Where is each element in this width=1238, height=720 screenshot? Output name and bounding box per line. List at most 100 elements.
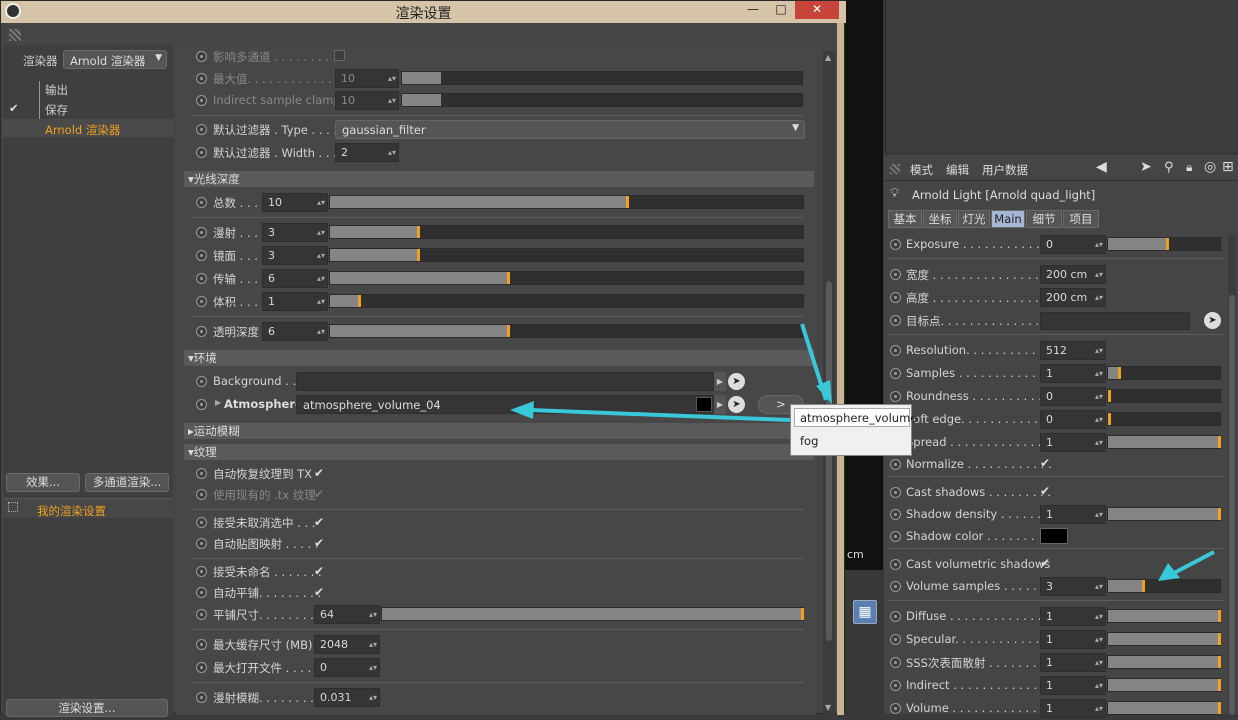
attr-slider[interactable]	[1107, 701, 1221, 715]
renderer-dropdown[interactable]: Arnold 渲染器 ▼	[63, 50, 167, 69]
max-value-field[interactable]: 10 ▴▾	[335, 69, 399, 88]
scroll-down-icon[interactable]: ▼	[825, 703, 831, 712]
anim-radio[interactable]	[196, 227, 207, 238]
anim-radio[interactable]	[196, 517, 207, 528]
popup-item-atmosphere[interactable]: atmosphere_volume	[794, 408, 917, 427]
anim-radio[interactable]	[196, 566, 207, 577]
target-link-field[interactable]	[1040, 312, 1190, 330]
ray-transparency-slider[interactable]	[329, 324, 804, 338]
ray-volume-field[interactable]: 1 ▴▾	[262, 292, 328, 311]
scroll-thumb[interactable]	[826, 281, 832, 641]
attr-slider[interactable]	[1107, 609, 1221, 623]
anim-radio[interactable]	[196, 489, 207, 500]
attr-value-field[interactable]: 1 ▴▾	[1040, 676, 1106, 695]
pick-icon[interactable]: ➤	[1204, 312, 1221, 329]
anim-radio[interactable]	[890, 345, 901, 356]
attr-slider[interactable]	[1107, 389, 1221, 403]
scroll-thumb[interactable]	[1229, 295, 1235, 715]
filter-width-field[interactable]: 2 ▴▾	[335, 143, 399, 162]
tab-basic[interactable]: 基本	[888, 210, 922, 228]
effects-button[interactable]: 效果...	[6, 473, 80, 492]
attr-slider[interactable]	[1107, 655, 1221, 669]
anim-radio[interactable]	[196, 51, 207, 62]
attr-value-field[interactable]: 1 ▴▾	[1040, 653, 1106, 672]
anim-radio[interactable]	[196, 587, 207, 598]
anim-radio[interactable]	[890, 269, 901, 280]
ray-total-slider[interactable]	[329, 195, 804, 209]
anim-radio[interactable]	[890, 680, 901, 691]
attr-slider[interactable]	[1107, 435, 1221, 449]
right-scrollbar[interactable]	[1228, 235, 1236, 715]
ray-total-field[interactable]: 10 ▴▾	[262, 193, 328, 212]
attr-value-field[interactable]: 1 ▴▾	[1040, 699, 1106, 718]
tab-coord[interactable]: 坐标	[923, 210, 957, 228]
film-icon[interactable]: ▦	[853, 600, 877, 624]
max-open-files-field[interactable]: 0 ▴▾	[314, 658, 380, 677]
anim-radio[interactable]	[196, 692, 207, 703]
anim-radio[interactable]	[890, 487, 901, 498]
anim-radio[interactable]	[196, 250, 207, 261]
accept-untiled-checkbox[interactable]: ✔	[314, 564, 324, 578]
viewport-canvas[interactable]	[845, 0, 883, 570]
anim-radio[interactable]	[196, 95, 207, 106]
attr-slider[interactable]	[1107, 579, 1221, 593]
ray-diffuse-slider[interactable]	[329, 225, 804, 239]
background-link-field[interactable]	[296, 372, 714, 391]
attr-value-field[interactable]: 1 ▴▾	[1040, 433, 1106, 452]
attr-value-field[interactable]: 200 cm ▴▾	[1040, 288, 1106, 307]
anim-radio[interactable]	[890, 315, 901, 326]
section-ray-depth[interactable]: ▾光线深度	[184, 171, 814, 187]
anim-radio[interactable]	[890, 239, 901, 250]
attr-slider[interactable]	[1107, 632, 1221, 646]
anim-radio[interactable]	[890, 634, 901, 645]
anim-radio[interactable]	[890, 559, 901, 570]
anim-radio[interactable]	[890, 368, 901, 379]
scroll-up-icon[interactable]: ▲	[825, 53, 831, 62]
indirect-clamp-field[interactable]: 10 ▴▾	[335, 91, 399, 110]
anim-radio[interactable]	[890, 459, 901, 470]
indirect-clamp-slider[interactable]	[401, 93, 803, 107]
attr-slider[interactable]	[1107, 507, 1221, 521]
expand-icon[interactable]	[8, 502, 18, 512]
anim-radio[interactable]	[196, 399, 207, 410]
tile-size-field[interactable]: 64 ▴▾	[314, 605, 380, 624]
auto-tile-checkbox[interactable]: ✔	[314, 585, 324, 599]
minimize-button[interactable]: —	[741, 1, 765, 19]
ray-specular-slider[interactable]	[329, 248, 804, 262]
menu-mode[interactable]: 模式	[910, 162, 933, 178]
anim-radio[interactable]	[196, 376, 207, 387]
tree-item-save[interactable]: 保存	[45, 102, 68, 118]
attr-value-field[interactable]: 200 cm ▴▾	[1040, 265, 1106, 284]
shadow-color-swatch[interactable]	[1040, 528, 1068, 544]
attr-value-field[interactable]: 1 ▴▾	[1040, 607, 1106, 626]
preset-item[interactable]: 我的渲染设置	[37, 503, 106, 519]
render-settings-button[interactable]: 渲染设置...	[6, 699, 168, 717]
attr-checkbox[interactable]: ✔	[1040, 484, 1050, 498]
back-arrow-icon[interactable]: ◀	[1096, 159, 1107, 175]
attr-checkbox[interactable]: ✔	[1040, 556, 1050, 570]
attr-value-field[interactable]: 0 ▴▾	[1040, 410, 1106, 429]
attr-slider[interactable]	[1107, 678, 1221, 692]
max-value-slider[interactable]	[401, 71, 803, 85]
anim-radio[interactable]	[196, 662, 207, 673]
anim-radio[interactable]	[196, 538, 207, 549]
anim-radio[interactable]	[890, 391, 901, 402]
atmosphere-menu-button[interactable]: ▶	[714, 395, 726, 414]
attr-checkbox[interactable]: ✔	[1040, 456, 1050, 470]
diffuse-blur-field[interactable]: 0.031 ▴▾	[314, 688, 380, 707]
menu-edit[interactable]: 编辑	[946, 162, 969, 178]
filter-type-dropdown[interactable]: gaussian_filter ▼	[335, 120, 805, 139]
attr-value-field[interactable]: 1 ▴▾	[1040, 505, 1106, 524]
lock-icon[interactable]: 🔒︎	[1186, 160, 1192, 175]
ray-volume-slider[interactable]	[329, 294, 804, 308]
ray-diffuse-field[interactable]: 3 ▴▾	[262, 223, 328, 242]
accept-unmapped-checkbox[interactable]: ✔	[314, 515, 324, 529]
anim-radio[interactable]	[196, 639, 207, 650]
affect-checkbox[interactable]	[334, 50, 345, 61]
pick-icon[interactable]: ➤	[728, 396, 745, 413]
anim-radio[interactable]	[196, 73, 207, 84]
anim-radio[interactable]	[196, 124, 207, 135]
expand-arrow-icon[interactable]: ▶	[215, 398, 221, 407]
attr-value-field[interactable]: 0 ▴▾	[1040, 235, 1106, 254]
close-button[interactable]: ✕	[795, 1, 839, 19]
